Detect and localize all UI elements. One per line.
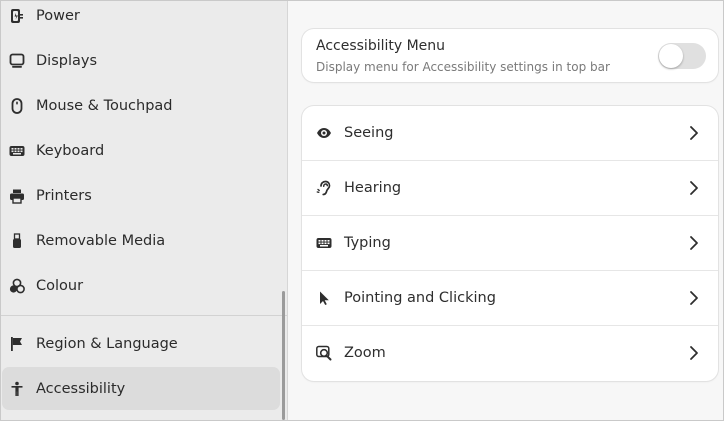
sidebar-item-label: Mouse & Touchpad [36, 97, 173, 114]
sidebar-scrollbar[interactable] [282, 291, 285, 420]
keyboard-icon [315, 234, 333, 252]
display-icon [8, 52, 26, 70]
sidebar-item-label: Displays [36, 52, 98, 69]
settings-window: Power Displays Mouse & Touchpad Keyboard… [0, 0, 724, 421]
sidebar-item-mouse-touchpad[interactable]: Mouse & Touchpad [2, 84, 280, 127]
chevron-right-icon [690, 126, 698, 140]
accessibility-icon [8, 380, 26, 398]
chevron-right-icon [690, 236, 698, 250]
sidebar-item-label: Colour [36, 277, 84, 294]
printer-icon [8, 187, 26, 205]
accessibility-menu-title: Accessibility Menu [316, 38, 446, 54]
keyboard-icon [8, 142, 26, 160]
sidebar-item-colour[interactable]: Colour [2, 264, 280, 307]
row-label: Pointing and Clicking [344, 290, 496, 306]
row-label: Hearing [344, 180, 402, 196]
sidebar-item-printers[interactable]: Printers [2, 174, 280, 217]
eye-icon [315, 124, 333, 142]
mouse-icon [8, 97, 26, 115]
accessibility-menu-subtitle: Display menu for Accessibility settings … [316, 60, 610, 74]
sidebar-item-label: Power [36, 7, 80, 24]
usb-icon [8, 232, 26, 250]
chevron-right-icon [690, 291, 698, 305]
row-label: Zoom [344, 345, 386, 361]
sidebar-divider [1, 315, 287, 316]
sidebar-item-removable-media[interactable]: Removable Media [2, 219, 280, 262]
sidebar: Power Displays Mouse & Touchpad Keyboard… [1, 1, 288, 420]
row-hearing[interactable]: Hearing [302, 161, 718, 215]
row-seeing[interactable]: Seeing [302, 106, 718, 160]
zoom-icon [315, 344, 333, 362]
sidebar-item-displays[interactable]: Displays [2, 39, 280, 82]
row-label: Seeing [344, 125, 394, 141]
sidebar-item-power[interactable]: Power [2, 1, 280, 37]
power-icon [8, 7, 26, 25]
chevron-right-icon [690, 181, 698, 195]
sidebar-item-accessibility[interactable]: Accessibility [2, 367, 280, 410]
main-panel: Accessibility Menu Display menu for Acce… [288, 1, 723, 420]
sidebar-item-label: Keyboard [36, 142, 105, 159]
row-typing[interactable]: Typing [302, 216, 718, 270]
sidebar-item-label: Region & Language [36, 335, 178, 352]
accessibility-menu-card: Accessibility Menu Display menu for Acce… [302, 29, 718, 82]
row-zoom[interactable]: Zoom [302, 326, 718, 380]
accessibility-categories-list: Seeing Hearing Typing Pointing and Click… [302, 106, 718, 381]
sidebar-item-label: Accessibility [36, 380, 126, 397]
sidebar-item-keyboard[interactable]: Keyboard [2, 129, 280, 172]
ear-icon [315, 179, 333, 197]
accessibility-menu-toggle[interactable] [658, 43, 706, 69]
chevron-right-icon [690, 346, 698, 360]
row-label: Typing [344, 235, 391, 251]
sidebar-item-label: Removable Media [36, 232, 166, 249]
flag-icon [8, 335, 26, 353]
row-pointing-clicking[interactable]: Pointing and Clicking [302, 271, 718, 325]
colour-icon [8, 277, 26, 295]
toggle-knob [659, 44, 683, 68]
sidebar-item-region-language[interactable]: Region & Language [2, 322, 280, 365]
pointer-icon [315, 289, 333, 307]
sidebar-item-label: Printers [36, 187, 92, 204]
